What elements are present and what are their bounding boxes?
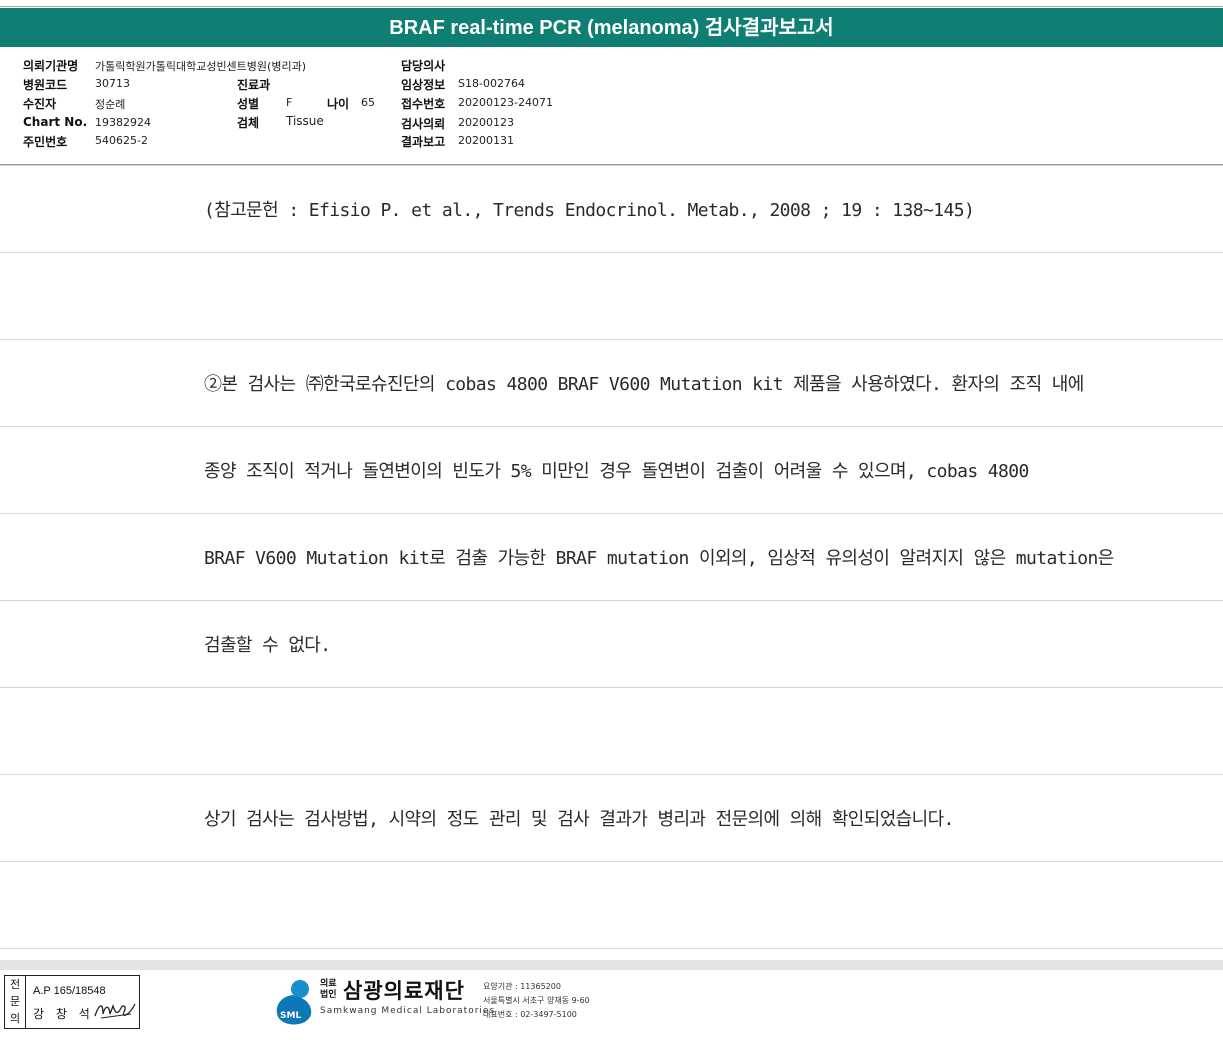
body-row (0, 688, 1223, 775)
clinical-info-label: 임상정보 (401, 78, 446, 92)
body-row: (참고문헌 : Efisio P. et al., Trends Endocri… (0, 166, 1223, 253)
sml-logo-icon: SML (276, 980, 312, 1025)
body-row: ②본 검사는 ㈜한국로슈진단의 cobas 4800 BRAF V600 Mut… (0, 340, 1223, 427)
phone-number: 대표번호 : 02-3497-5100 (483, 1010, 577, 1019)
patient-label: 수진자 (23, 97, 57, 111)
body-line: BRAF V600 Mutation kit로 검출 가능한 BRAF muta… (204, 548, 1114, 569)
body-line-reference: (참고문헌 : Efisio P. et al., Trends Endocri… (204, 200, 975, 221)
institution-code: 요양기관 : 11365200 (483, 982, 561, 991)
specialist-side-text: 전문의 (9, 978, 21, 1025)
institution-label: 의뢰기관명 (23, 59, 79, 73)
body-row: 종양 조직이 적거나 돌연변이의 빈도가 5% 미만인 경우 돌연변이 검출이 … (0, 427, 1223, 514)
logo-text: SML (280, 1011, 301, 1021)
sex-label: 성별 (237, 97, 260, 111)
hospital-code-value: 30713 (95, 77, 130, 90)
request-date-label: 검사의뢰 (401, 117, 446, 131)
age-label: 나이 (327, 97, 350, 111)
specialist-signature-box: 전문의 A.P 165/18548 강 창 석 (4, 975, 140, 1029)
doctor-label: 담당의사 (401, 59, 446, 73)
body-line: 검출할 수 없다. (204, 635, 331, 656)
department-label: 진료과 (237, 78, 271, 92)
institution-value: 가톨릭학원가톨릭대학교성빈센트병원(병리과) (95, 60, 306, 73)
hospital-code-label: 병원코드 (23, 78, 68, 92)
report-footer: 전문의 A.P 165/18548 강 창 석 SML 의료 법인 삼광의료재단… (0, 971, 1223, 1040)
report-date-label: 결과보고 (401, 135, 446, 149)
receipt-number-label: 접수번호 (401, 97, 446, 111)
chart-no-value: 19382924 (95, 116, 151, 129)
clinical-info-value: S18-002764 (458, 77, 525, 90)
signer-name: 강 창 석 (33, 1007, 94, 1021)
ap-number: A.P 165/18548 (33, 985, 106, 997)
report-title: BRAF real-time PCR (melanoma) 검사결과보고서 (0, 8, 1223, 47)
report-body: (참고문헌 : Efisio P. et al., Trends Endocri… (0, 166, 1223, 962)
resident-number-label: 주민번호 (23, 135, 68, 149)
patient-value: 정순례 (95, 98, 126, 111)
body-line-confirmation: 상기 검사는 검사방법, 시약의 정도 관리 및 검사 결과가 병리과 전문의에… (204, 809, 954, 830)
body-row: BRAF V600 Mutation kit로 검출 가능한 BRAF muta… (0, 514, 1223, 601)
foundation-name: 삼광의료재단 (343, 979, 465, 1003)
signature-image (94, 1003, 136, 1019)
foundation-type: 의료 법인 (320, 979, 342, 1001)
age-value: 65 (361, 96, 375, 109)
foundation-english-name: Samkwang Medical Laboratories (320, 1006, 496, 1016)
body-row: 상기 검사는 검사방법, 시약의 정도 관리 및 검사 결과가 병리과 전문의에… (0, 775, 1223, 862)
foundation-type-text: 의료 법인 (320, 979, 337, 1000)
resident-number-value: 540625-2 (95, 134, 148, 147)
body-row: 검출할 수 없다. (0, 601, 1223, 688)
report-date-value: 20200131 (458, 134, 514, 147)
specimen-value: Tissue (286, 114, 324, 128)
address: 서울특별시 서초구 양재동 9-60 (483, 996, 590, 1005)
top-border (0, 0, 1223, 7)
body-row (0, 862, 1223, 949)
specimen-label: 검체 (237, 116, 260, 130)
request-date-value: 20200123 (458, 116, 514, 129)
sex-value: F (286, 96, 293, 109)
body-line: ②본 검사는 ㈜한국로슈진단의 cobas 4800 BRAF V600 Mut… (204, 374, 1084, 395)
footer-divider (0, 960, 1223, 970)
receipt-number-value: 20200123-24071 (458, 96, 553, 109)
body-row (0, 253, 1223, 340)
chart-no-label: Chart No. (23, 115, 88, 129)
body-line: 종양 조직이 적거나 돌연변이의 빈도가 5% 미만인 경우 돌연변이 검출이 … (204, 461, 1029, 482)
patient-info-header: 의뢰기관명 가톨릭학원가톨릭대학교성빈센트병원(병리과) 병원코드 30713 … (0, 48, 1223, 165)
specialist-side-label: 전문의 (5, 976, 26, 1028)
